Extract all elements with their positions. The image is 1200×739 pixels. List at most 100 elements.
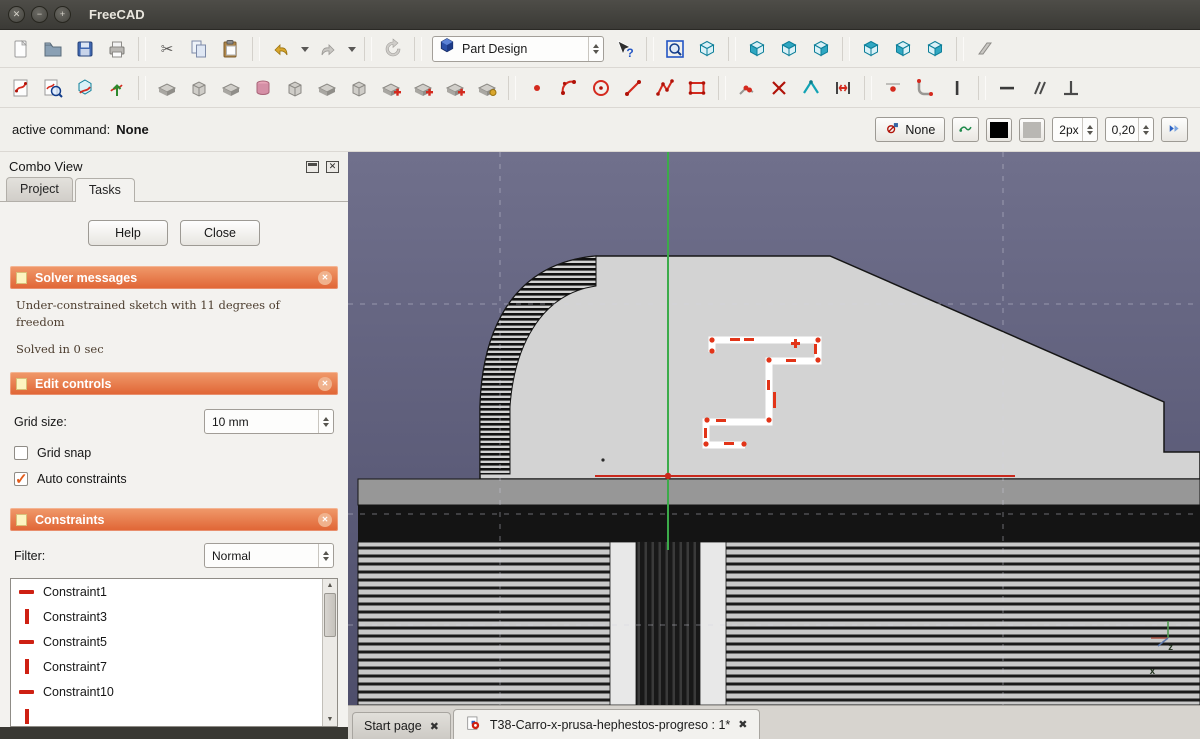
edit-sketch-button[interactable]	[38, 73, 68, 103]
constraint-vertical-button[interactable]	[942, 73, 972, 103]
new-document-button[interactable]	[6, 34, 36, 64]
view-rear-button[interactable]	[856, 34, 886, 64]
line-width-spinner[interactable]: 2px	[1052, 117, 1097, 142]
grid-size-arrows[interactable]	[318, 410, 333, 433]
edit-controls-header[interactable]: Edit controls ✕	[10, 372, 338, 395]
view-front-button[interactable]	[742, 34, 772, 64]
measure-distance-button[interactable]	[970, 34, 1000, 64]
float-panel-icon[interactable]	[306, 161, 319, 173]
groove-button[interactable]	[248, 73, 278, 103]
constraint-coincident-button[interactable]	[732, 73, 762, 103]
line-color-swatch[interactable]	[986, 118, 1012, 142]
window-close-icon[interactable]: ✕	[8, 6, 25, 23]
view-left-button[interactable]	[920, 34, 950, 64]
print-button[interactable]	[102, 34, 132, 64]
constraint-list-item[interactable]: Constraint7	[11, 654, 322, 679]
collapse-section-icon[interactable]: ✕	[318, 271, 332, 285]
point-size-arrows[interactable]	[1138, 118, 1153, 141]
scroll-down-icon[interactable]: ▼	[323, 713, 337, 726]
polar-pattern-button[interactable]	[408, 73, 438, 103]
dock-toggle-button[interactable]	[1161, 117, 1188, 142]
constraint-parallel-button[interactable]	[1024, 73, 1054, 103]
constraint-perpendicular-button[interactable]	[1056, 73, 1086, 103]
cut-button[interactable]: ✂	[152, 34, 182, 64]
filter-arrows[interactable]	[318, 544, 333, 567]
create-arc-button[interactable]	[554, 73, 584, 103]
chamfer-button[interactable]	[312, 73, 342, 103]
close-panel-icon[interactable]: ✕	[326, 161, 339, 173]
point-size-spinner[interactable]: 0,20	[1105, 117, 1154, 142]
redo-dropdown-button[interactable]	[345, 34, 358, 64]
map-sketch-button[interactable]	[70, 73, 100, 103]
close-button[interactable]: Close	[180, 220, 260, 246]
constraint-list-item[interactable]: Constraint10	[11, 679, 322, 704]
line-width-arrows[interactable]	[1082, 118, 1097, 141]
grid-snap-checkbox[interactable]	[14, 446, 28, 460]
constraint-list-scrollbar[interactable]: ▲ ▼	[322, 579, 337, 726]
collapse-section-icon[interactable]: ✕	[318, 513, 332, 527]
window-maximize-icon[interactable]: +	[54, 6, 71, 23]
new-sketch-button[interactable]	[6, 73, 36, 103]
create-point-button[interactable]	[522, 73, 552, 103]
paste-button[interactable]	[216, 34, 246, 64]
window-minimize-icon[interactable]: −	[31, 6, 48, 23]
close-tab-icon[interactable]: ✖	[738, 718, 747, 731]
constraint-list-item[interactable]: Constraint5	[11, 629, 322, 654]
sketch-canvas[interactable]	[348, 152, 1200, 705]
undo-dropdown-button[interactable]	[298, 34, 311, 64]
zoom-selection-button[interactable]	[660, 34, 690, 64]
constraint-symmetric-button[interactable]	[828, 73, 858, 103]
leave-sketch-button[interactable]	[102, 73, 132, 103]
save-document-button[interactable]	[70, 34, 100, 64]
filter-combobox[interactable]: Normal	[204, 543, 334, 568]
refresh-button[interactable]	[378, 34, 408, 64]
create-fillet-button[interactable]	[910, 73, 940, 103]
external-geometry-button[interactable]	[796, 73, 826, 103]
3d-viewport[interactable]: z x	[348, 152, 1200, 739]
undo-button[interactable]	[266, 34, 296, 64]
face-color-swatch[interactable]	[1019, 118, 1045, 142]
constraint-mode-button[interactable]: None	[875, 117, 945, 142]
multi-transform-button[interactable]	[472, 73, 502, 103]
scrollbar-thumb[interactable]	[324, 593, 336, 637]
view-right-button[interactable]	[806, 34, 836, 64]
view-axonometric-button[interactable]	[692, 34, 722, 64]
scaled-pattern-button[interactable]	[440, 73, 470, 103]
view-bottom-button[interactable]	[888, 34, 918, 64]
view-top-button[interactable]	[774, 34, 804, 64]
grid-size-combobox[interactable]: 10 mm	[204, 409, 334, 434]
title-bar[interactable]: ✕ − + FreeCAD	[0, 0, 1200, 30]
solver-messages-header[interactable]: Solver messages ✕	[10, 266, 338, 289]
constraints-header[interactable]: Constraints ✕	[10, 508, 338, 531]
workbench-selector[interactable]: Part Design	[432, 36, 604, 62]
redo-button[interactable]	[313, 34, 343, 64]
workbench-spinner[interactable]	[588, 37, 603, 61]
collapse-section-icon[interactable]: ✕	[318, 377, 332, 391]
create-polyline-button[interactable]	[650, 73, 680, 103]
whats-this-button[interactable]: ?	[610, 34, 640, 64]
constraint-list-item[interactable]: Constraint3	[11, 604, 322, 629]
copy-button[interactable]	[184, 34, 214, 64]
fillet-feature-button[interactable]	[280, 73, 310, 103]
tab-tasks[interactable]: Tasks	[75, 178, 135, 202]
constraint-list-item[interactable]	[11, 704, 322, 726]
scroll-up-icon[interactable]: ▲	[323, 579, 337, 592]
document-tab[interactable]: T38-Carro-x-prusa-hephestos-progreso : 1…	[453, 709, 760, 739]
revolution-button[interactable]	[216, 73, 246, 103]
document-tab[interactable]: Start page✖	[352, 712, 451, 739]
pocket-button[interactable]	[184, 73, 214, 103]
close-tab-icon[interactable]: ✖	[430, 720, 439, 733]
constraint-horizontal-button[interactable]	[992, 73, 1022, 103]
help-button[interactable]: Help	[88, 220, 168, 246]
auto-constraints-checkbox[interactable]	[14, 472, 28, 486]
tab-project[interactable]: Project	[6, 177, 73, 201]
constraint-point-on-object-button[interactable]	[878, 73, 908, 103]
pad-button[interactable]	[152, 73, 182, 103]
linear-pattern-button[interactable]	[376, 73, 406, 103]
draft-button[interactable]	[344, 73, 374, 103]
constraint-list-item[interactable]: Constraint1	[11, 579, 322, 604]
edit-appearance-button[interactable]	[952, 117, 979, 142]
stray-point[interactable]	[601, 458, 604, 461]
create-line-button[interactable]	[618, 73, 648, 103]
create-rectangle-button[interactable]	[682, 73, 712, 103]
